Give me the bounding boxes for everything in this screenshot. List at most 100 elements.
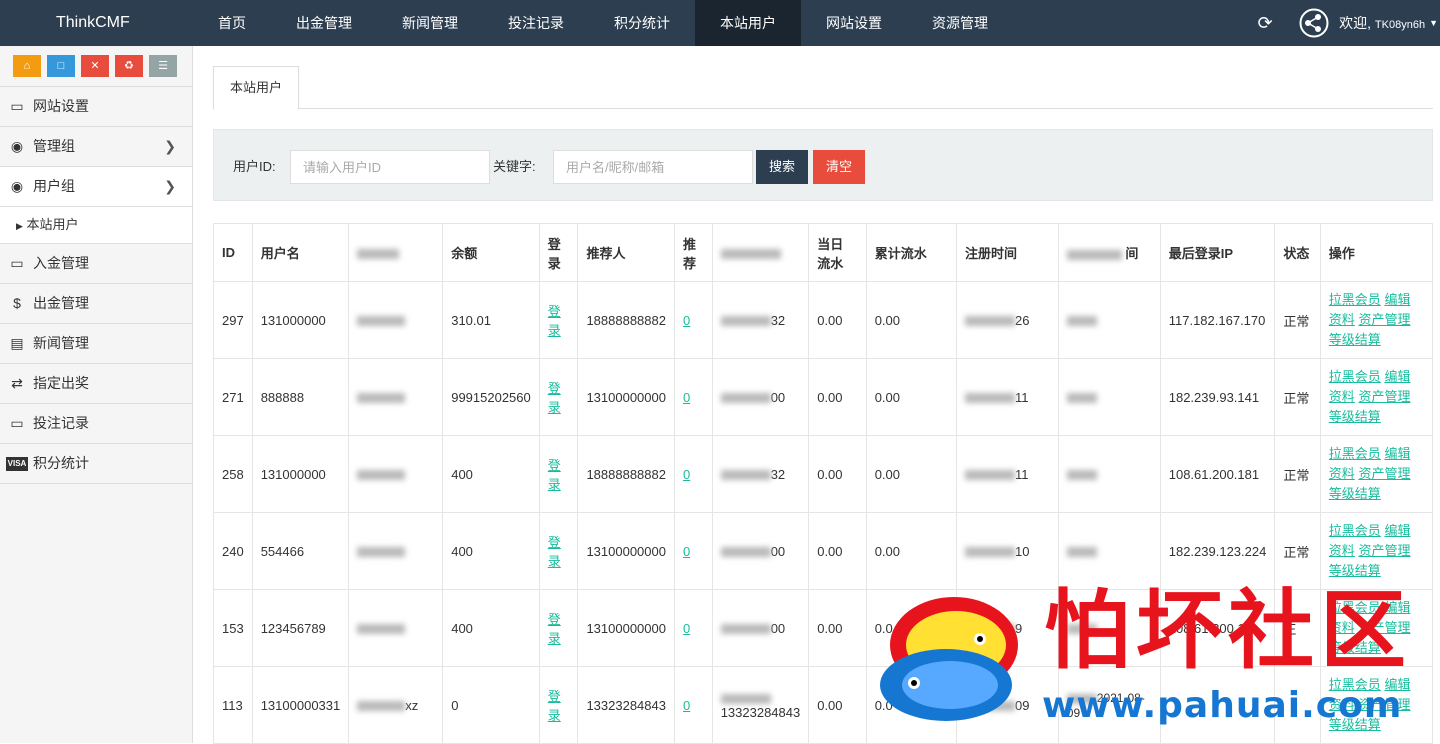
search-button[interactable]: 搜索 — [756, 150, 809, 184]
login-link[interactable]: 登 录 — [548, 458, 561, 492]
nav-users[interactable]: 本站用户 — [695, 0, 801, 46]
login-link[interactable]: 登 录 — [548, 535, 561, 569]
profile-link[interactable]: 资料 — [1329, 620, 1355, 635]
edit-link[interactable]: 编辑 — [1384, 292, 1410, 307]
cell-id: 297 — [213, 281, 253, 359]
assets-link[interactable]: 资产管理 — [1358, 620, 1410, 635]
profile-link[interactable]: 资料 — [1329, 389, 1355, 404]
edit-link[interactable]: 编辑 — [1384, 600, 1410, 615]
refcount-link[interactable]: 0 — [683, 467, 690, 482]
assets-link[interactable]: 资产管理 — [1358, 389, 1410, 404]
sidebar-item-prize[interactable]: ⇄ 指定出奖 — [0, 364, 192, 404]
chevron-down-icon[interactable]: ▼ — [1429, 18, 1438, 28]
assets-link[interactable]: 资产管理 — [1358, 697, 1410, 712]
cell-reg-time: 11 — [956, 358, 1059, 436]
login-link[interactable]: 登 录 — [548, 304, 561, 338]
cell-last-login-time — [1057, 435, 1161, 513]
nav-bets[interactable]: 投注记录 — [483, 0, 589, 46]
newspaper-icon: ▤ — [10, 335, 24, 351]
refcount-link[interactable]: 0 — [683, 313, 690, 328]
blacklist-link[interactable]: 拉黑会员 — [1329, 600, 1381, 615]
edit-link[interactable]: 编辑 — [1384, 523, 1410, 538]
cell-referrer: 18888888882 — [577, 435, 675, 513]
refcount-link[interactable]: 0 — [683, 544, 690, 559]
level-settle-link[interactable]: 等级结算 — [1329, 409, 1381, 424]
cell-total-flow: 0.00 — [865, 435, 958, 513]
trash-icon[interactable]: ✕ — [81, 55, 109, 77]
sidebar-item-points[interactable]: VISA 积分统计 — [0, 444, 192, 484]
userid-label: 用户ID: — [233, 159, 276, 174]
cell-referrer: 13100000000 — [577, 358, 675, 436]
assets-link[interactable]: 资产管理 — [1358, 466, 1410, 481]
level-settle-link[interactable]: 等级结算 — [1329, 717, 1381, 732]
sidebar-item-user-group[interactable]: ◉ 用户组 ❯ — [0, 167, 192, 207]
cell-redacted: 32 — [711, 435, 810, 513]
refcount-link[interactable]: 0 — [683, 698, 690, 713]
blacklist-link[interactable]: 拉黑会员 — [1329, 523, 1381, 538]
nav-news[interactable]: 新闻管理 — [377, 0, 483, 46]
profile-link[interactable]: 资料 — [1329, 312, 1355, 327]
edit-link[interactable]: 编辑 — [1384, 677, 1410, 692]
sidebar-item-news[interactable]: ▤ 新闻管理 — [0, 324, 192, 364]
sidebar-item-deposit[interactable]: ▭ 入金管理 — [0, 244, 192, 284]
level-settle-link[interactable]: 等级结算 — [1329, 640, 1381, 655]
refresh-icon[interactable]: ⟳ — [1253, 13, 1277, 34]
blacklist-link[interactable]: 拉黑会员 — [1329, 677, 1381, 692]
assets-link[interactable]: 资产管理 — [1358, 312, 1410, 327]
cell-reg-time: 10 — [956, 512, 1059, 590]
level-settle-link[interactable]: 等级结算 — [1329, 332, 1381, 347]
cell-total-flow: 0.00 — [865, 512, 958, 590]
sidebar-item-bets[interactable]: ▭ 投注记录 — [0, 404, 192, 444]
clear-button[interactable]: 清空 — [813, 150, 866, 184]
sidebar-item-site-settings[interactable]: ▭ 网站设置 — [0, 87, 192, 127]
sidebar: ⌂ □ ✕ ♻ ☰ ▭ 网站设置 ◉ 管理组 ❯ ◉ 用户组 ❯ ▶ 本站用户 ▭ 入金… — [0, 46, 193, 743]
sidebar-item-admin-group[interactable]: ◉ 管理组 ❯ — [0, 127, 192, 167]
cell-last-login-time — [1057, 512, 1161, 590]
cell-balance: 99915202560 — [442, 358, 540, 436]
assets-link[interactable]: 资产管理 — [1358, 543, 1410, 558]
login-link[interactable]: 登 录 — [548, 689, 561, 723]
cell-status: 正常 — [1274, 281, 1321, 359]
cell-last-login-time — [1057, 281, 1161, 359]
nav-settings[interactable]: 网站设置 — [801, 0, 907, 46]
level-settle-link[interactable]: 等级结算 — [1329, 486, 1381, 501]
cell-username: 123456789 — [251, 589, 350, 667]
home-icon[interactable]: ⌂ — [13, 55, 41, 77]
welcome-text[interactable]: 欢迎, TK08yn6h — [1339, 13, 1425, 33]
sidebar-item-site-users[interactable]: ▶ 本站用户 — [0, 207, 192, 244]
refcount-link[interactable]: 0 — [683, 390, 690, 405]
blacklist-link[interactable]: 拉黑会员 — [1329, 292, 1381, 307]
nav-withdraw[interactable]: 出金管理 — [271, 0, 377, 46]
blacklist-link[interactable]: 拉黑会员 — [1329, 369, 1381, 384]
cell-ops: 拉黑会员 编辑 资料 资产管理 等级结算 — [1319, 281, 1434, 359]
nav-home[interactable]: 首页 — [193, 0, 271, 46]
cell-daily-flow: 0.00 — [808, 281, 867, 359]
login-link[interactable]: 登 录 — [548, 612, 561, 646]
list-icon[interactable]: ☰ — [149, 55, 177, 77]
tab-site-users[interactable]: 本站用户 — [213, 66, 300, 110]
blacklist-link[interactable]: 拉黑会员 — [1329, 446, 1381, 461]
cell-refcount: 0 — [673, 281, 713, 359]
sidebar-item-withdraw[interactable]: $ 出金管理 — [0, 284, 192, 324]
nav-resources[interactable]: 资源管理 — [907, 0, 1013, 46]
cell-status: 正常 — [1274, 358, 1321, 436]
file-icon[interactable]: □ — [47, 55, 75, 77]
refcount-link[interactable]: 0 — [683, 621, 690, 636]
cell-nickname — [348, 512, 444, 590]
profile-link[interactable]: 资料 — [1329, 697, 1355, 712]
col-referrer: 推荐人 — [577, 223, 675, 282]
keyword-input[interactable] — [553, 150, 753, 184]
edit-link[interactable]: 编辑 — [1384, 446, 1410, 461]
userid-input[interactable] — [290, 150, 490, 184]
profile-link[interactable]: 资料 — [1329, 543, 1355, 558]
cell-referrer: 13323284843 — [577, 666, 675, 744]
profile-link[interactable]: 资料 — [1329, 466, 1355, 481]
avatar[interactable] — [1299, 8, 1329, 38]
recycle-icon[interactable]: ♻ — [115, 55, 143, 77]
cell-redacted: 32 — [711, 281, 810, 359]
nav-points[interactable]: 积分统计 — [589, 0, 695, 46]
login-link[interactable]: 登 录 — [548, 381, 561, 415]
level-settle-link[interactable]: 等级结算 — [1329, 563, 1381, 578]
brand-logo[interactable]: ThinkCMF — [56, 0, 130, 46]
edit-link[interactable]: 编辑 — [1384, 369, 1410, 384]
